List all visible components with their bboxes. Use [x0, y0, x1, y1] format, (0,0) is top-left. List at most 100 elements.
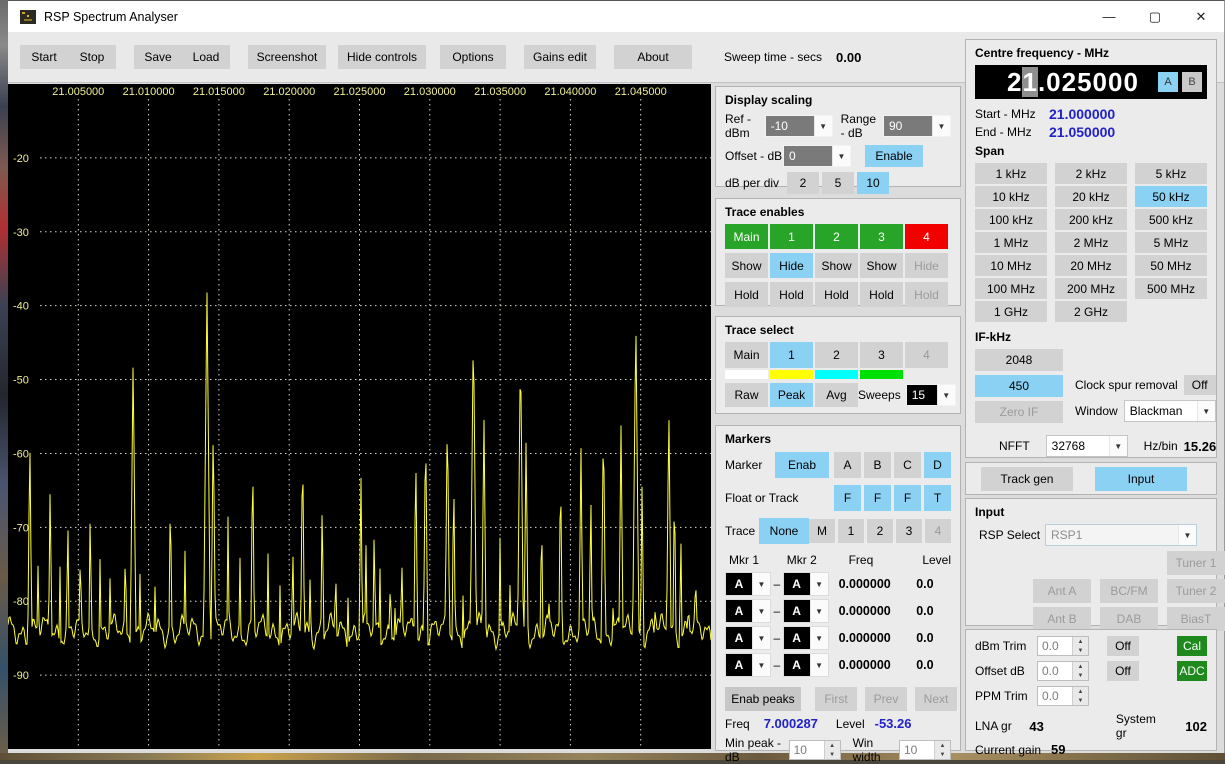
spinner-arrows-icon[interactable]: ▲ ▼	[823, 741, 840, 759]
save-button[interactable]: Save	[134, 45, 182, 69]
about-button[interactable]: About	[614, 45, 692, 69]
offset-db-spinner[interactable]: 0.0 ▲ ▼	[1037, 661, 1089, 681]
bc-fm-button[interactable]: BC/FM	[1100, 579, 1158, 603]
enab-peaks-button[interactable]: Enab peaks	[725, 687, 801, 711]
span-20-khz[interactable]: 20 kHz	[1055, 186, 1127, 207]
adc-button[interactable]: ADC	[1177, 661, 1207, 681]
span-10-khz[interactable]: 10 kHz	[975, 186, 1047, 207]
screenshot-button[interactable]: Screenshot	[248, 45, 326, 69]
trace-select-4[interactable]: 4	[905, 342, 948, 368]
options-button[interactable]: Options	[440, 45, 506, 69]
span-10-mhz[interactable]: 10 MHz	[975, 255, 1047, 276]
span-200-mhz[interactable]: 200 MHz	[1055, 278, 1127, 299]
marker-c[interactable]: C	[894, 452, 921, 478]
tuner-1-button[interactable]: Tuner 1	[1167, 551, 1225, 575]
span-1-ghz[interactable]: 1 GHz	[975, 301, 1047, 322]
mkr2-select-4[interactable]: A ▼	[782, 653, 829, 677]
clock-spur-off-button[interactable]: Off	[1183, 375, 1216, 395]
sweeps-select[interactable]: 15 ▼	[905, 384, 956, 406]
span-20-mhz[interactable]: 20 MHz	[1055, 255, 1127, 276]
if-2048[interactable]: 2048	[975, 349, 1063, 371]
next-peak-button[interactable]: Next	[915, 687, 957, 711]
mkr2-select-2[interactable]: A ▼	[782, 599, 829, 623]
marker-trace-none-button[interactable]: None	[759, 518, 809, 544]
trace-mode-avg[interactable]: Avg	[815, 383, 858, 407]
db-per-div-2[interactable]: 2	[787, 172, 819, 194]
span-500-mhz[interactable]: 500 MHz	[1135, 278, 1207, 299]
gains-edit-button[interactable]: Gains edit	[524, 45, 596, 69]
mkr1-select-4[interactable]: A ▼	[725, 653, 771, 677]
mkr1-select-3[interactable]: A ▼	[725, 626, 771, 650]
spectrum-display[interactable]: 21.005000 21.010000 21.015000 21.020000 21.0…	[8, 84, 711, 749]
trace-hold-hold[interactable]: Hold	[725, 282, 768, 307]
db-per-div-5[interactable]: 5	[822, 172, 854, 194]
prev-peak-button[interactable]: Prev	[865, 687, 907, 711]
nfft-select[interactable]: 32768 ▼	[1045, 435, 1128, 457]
trace-show-show[interactable]: Show	[860, 253, 903, 278]
trace-hold-hold[interactable]: Hold	[815, 282, 858, 307]
span-1-mhz[interactable]: 1 MHz	[975, 232, 1047, 253]
start-button[interactable]: Start	[20, 45, 68, 69]
db-per-div-10[interactable]: 10	[857, 172, 889, 194]
mkr1-select-1[interactable]: A ▼	[725, 572, 771, 596]
centre-frequency-display[interactable]: 21.025000 A B	[975, 65, 1207, 99]
mkr2-select-3[interactable]: A ▼	[782, 626, 829, 650]
span-50-khz[interactable]: 50 kHz	[1135, 186, 1207, 207]
cal-button[interactable]: Cal	[1177, 636, 1207, 656]
spinner-arrows-icon[interactable]: ▲ ▼	[1072, 687, 1088, 705]
biast-button[interactable]: BiasT	[1167, 607, 1225, 631]
window-function-select[interactable]: Blackman ▼	[1123, 400, 1216, 422]
range-db-select[interactable]: 90 ▼	[883, 115, 951, 137]
vfo-a-button[interactable]: A	[1158, 72, 1178, 92]
trace-select-1[interactable]: 1	[770, 342, 813, 368]
tuner-2-button[interactable]: Tuner 2	[1167, 579, 1225, 603]
trace-hold-hold[interactable]: Hold	[770, 282, 813, 307]
ppm-trim-spinner[interactable]: 0.0 ▲ ▼	[1037, 686, 1089, 706]
trace-hold-hold[interactable]: Hold	[860, 282, 903, 307]
marker-trace-4[interactable]: 4	[925, 519, 951, 543]
ref-dbm-select[interactable]: -10 ▼	[764, 115, 833, 137]
trace-select-2[interactable]: 2	[815, 342, 858, 368]
trace-mode-raw[interactable]: Raw	[725, 383, 768, 407]
span-5-khz[interactable]: 5 kHz	[1135, 163, 1207, 184]
trace-enable-2[interactable]: 2	[815, 224, 858, 249]
span-500-khz[interactable]: 500 kHz	[1135, 209, 1207, 230]
close-button[interactable]: ✕	[1178, 1, 1224, 32]
marker-trace-3[interactable]: 3	[896, 519, 922, 543]
hide-controls-button[interactable]: Hide controls	[338, 45, 426, 69]
trace-show-hide[interactable]: Hide	[905, 253, 948, 278]
span-5-mhz[interactable]: 5 MHz	[1135, 232, 1207, 253]
offset-db-off-button[interactable]: Off	[1107, 661, 1139, 681]
span-100-khz[interactable]: 100 kHz	[975, 209, 1047, 230]
if-zero-if[interactable]: Zero IF	[975, 401, 1063, 423]
spinner-arrows-icon[interactable]: ▲ ▼	[934, 741, 950, 759]
first-peak-button[interactable]: First	[815, 687, 857, 711]
rsp-select[interactable]: RSP1 ▼	[1045, 524, 1197, 546]
float-track-f[interactable]: F	[834, 485, 861, 511]
dab-button[interactable]: DAB	[1100, 607, 1158, 631]
trace-mode-peak[interactable]: Peak	[770, 383, 813, 407]
load-button[interactable]: Load	[182, 45, 230, 69]
maximize-button[interactable]: ▢	[1132, 1, 1178, 32]
trace-enable-3[interactable]: 3	[860, 224, 903, 249]
ant-a-button[interactable]: Ant A	[1033, 579, 1091, 603]
float-track-f[interactable]: F	[864, 485, 891, 511]
span-2-khz[interactable]: 2 kHz	[1055, 163, 1127, 184]
trace-show-show[interactable]: Show	[725, 253, 768, 278]
trace-show-show[interactable]: Show	[815, 253, 858, 278]
vfo-b-button[interactable]: B	[1182, 72, 1202, 92]
span-200-khz[interactable]: 200 kHz	[1055, 209, 1127, 230]
enable-button[interactable]: Enable	[865, 145, 923, 167]
marker-trace-1[interactable]: 1	[838, 519, 864, 543]
dbm-trim-off-button[interactable]: Off	[1107, 636, 1139, 656]
mkr1-select-2[interactable]: A ▼	[725, 599, 771, 623]
stop-button[interactable]: Stop	[68, 45, 116, 69]
float-track-t[interactable]: T	[924, 485, 951, 511]
marker-trace-2[interactable]: 2	[867, 519, 893, 543]
win-width-spinner[interactable]: 10 ▲ ▼	[899, 740, 951, 760]
tab-input[interactable]: Input	[1095, 466, 1187, 491]
float-track-f[interactable]: F	[894, 485, 921, 511]
trace-enable-1[interactable]: 1	[770, 224, 813, 249]
trace-hold-hold[interactable]: Hold	[905, 282, 948, 307]
spinner-arrows-icon[interactable]: ▲ ▼	[1072, 637, 1088, 655]
